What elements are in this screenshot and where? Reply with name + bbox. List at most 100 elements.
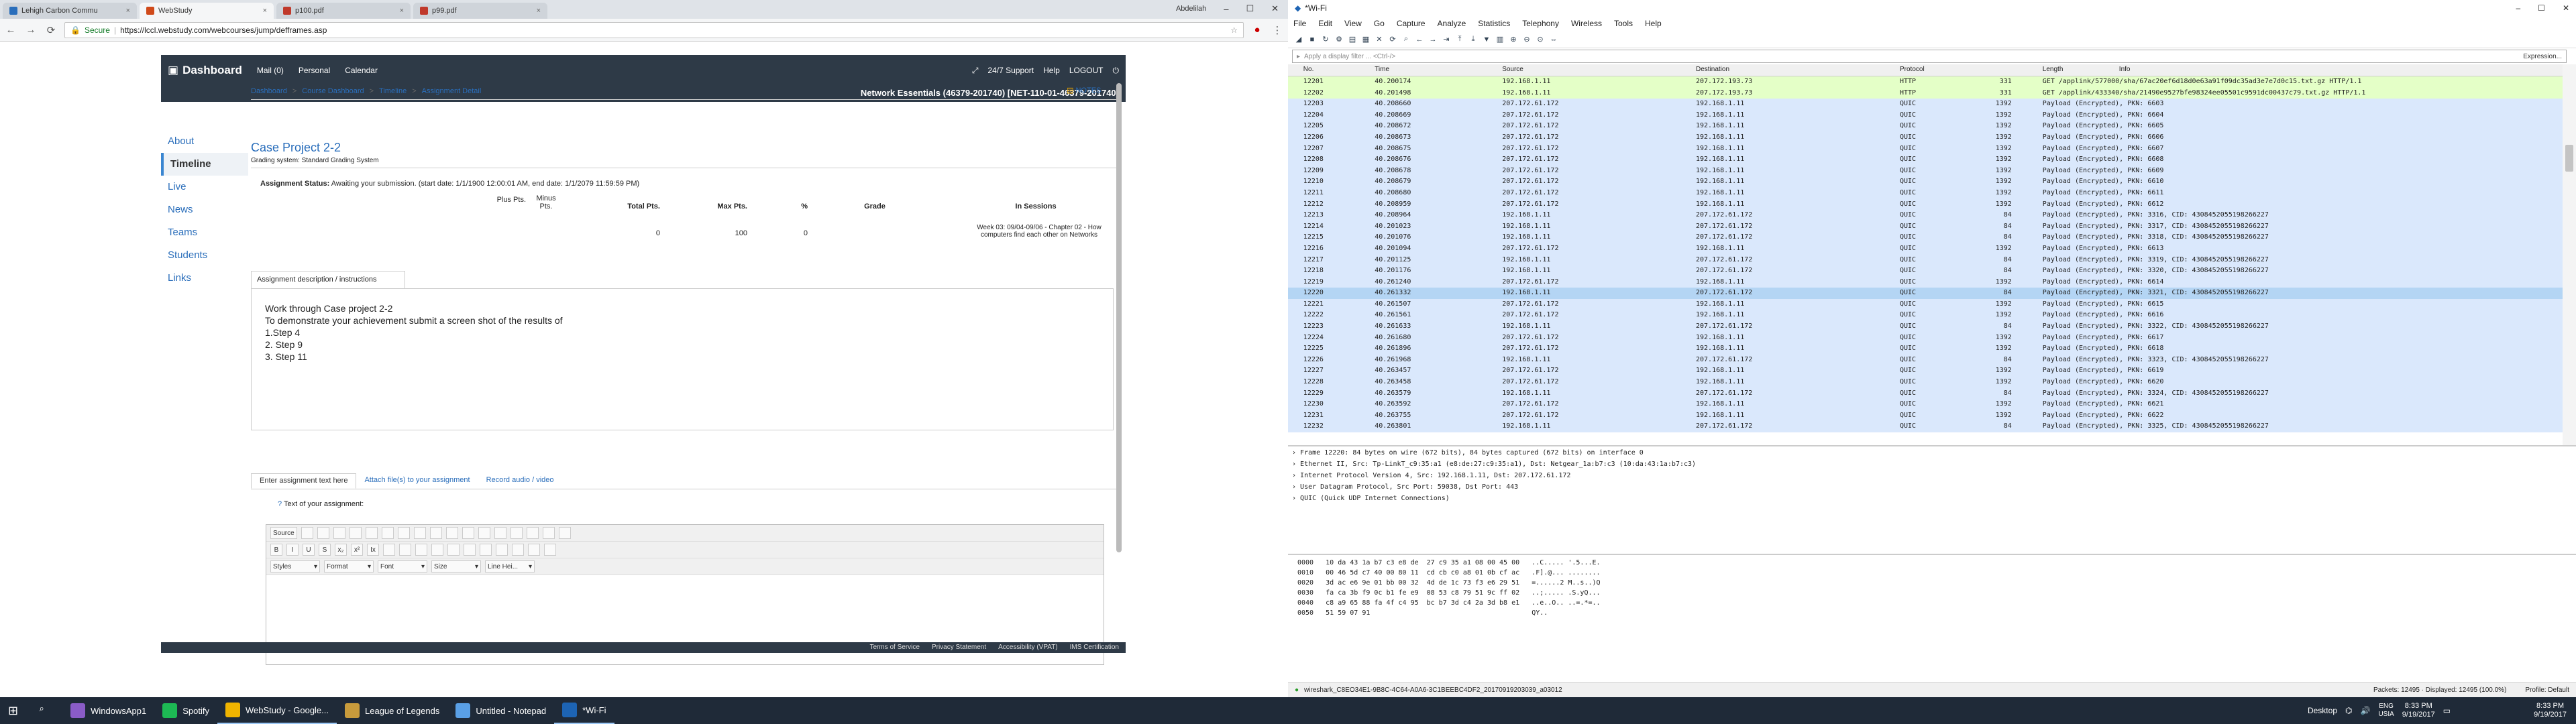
editor-tool-button[interactable] [301,527,313,539]
taskbar-item[interactable]: *Wi-Fi [554,697,614,724]
tab-record-audio[interactable]: Record audio / video [478,473,562,489]
nav-calendar[interactable]: Calendar [345,66,378,75]
extension-icon[interactable]: ● [1250,24,1264,36]
menu-view[interactable]: View [1344,19,1362,28]
browser-tab[interactable]: Lehigh Carbon Commu × [3,3,137,19]
stop-capture-icon[interactable]: ■ [1307,34,1318,45]
menu-wireless[interactable]: Wireless [1571,19,1602,28]
back-icon[interactable]: ← [1414,34,1425,45]
tab-enter-text[interactable]: Enter assignment text here [251,473,357,489]
desktop-label[interactable]: Desktop [2308,706,2337,715]
packet-row[interactable]: 12226 40.261968 192.168.1.11 207.172.61.172… [1288,354,2563,366]
format-button[interactable] [512,544,524,556]
packet-row[interactable]: 12220 40.261332 192.168.1.11 207.172.61.172… [1288,288,2563,299]
open-icon[interactable]: ▤ [1347,34,1358,45]
detail-line[interactable]: › Frame 12220: 84 bytes on wire (672 bit… [1292,449,2572,461]
packet-row[interactable]: 12227 40.263457 207.172.61.172 192.168.1.11… [1288,365,2563,377]
column-header[interactable]: Protocol [1900,66,1925,73]
detail-line[interactable]: › Ethernet II, Src: Tp-LinkT_c9:35:a1 (e… [1292,461,2572,472]
editor-tool-button[interactable] [333,527,345,539]
source-button[interactable]: Source [270,527,297,539]
crumb-dashboard[interactable]: Dashboard [251,87,287,95]
detail-line[interactable]: › User Datagram Protocol, Src Port: 5903… [1292,483,2572,495]
footer-accessibility[interactable]: Accessibility (VPAT) [998,644,1058,652]
menu-file[interactable]: File [1293,19,1306,28]
menu-statistics[interactable]: Statistics [1478,19,1510,28]
nav-mail[interactable]: Mail (0) [257,66,284,75]
taskbar-item[interactable]: WindowsApp1 [62,697,154,724]
volume-icon[interactable]: 🔊 [2360,706,2370,715]
menu-help[interactable]: Help [1645,19,1662,28]
packet-row[interactable]: 12201 40.200174 192.168.1.11 207.172.193.73… [1288,76,2563,88]
editor-tool-button[interactable] [397,527,410,539]
zoom-reset-icon[interactable]: ⊙ [1535,34,1546,45]
menu-edit[interactable]: Edit [1318,19,1332,28]
nav-personal[interactable]: Personal [299,66,330,75]
bookmark-icon[interactable]: ▸ [1297,53,1300,60]
format-button[interactable]: S [319,544,331,556]
goto-icon[interactable]: ⇥ [1441,34,1452,45]
editor-tool-button[interactable] [526,527,539,539]
clock[interactable]: 8:33 PM 9/19/2017 [2402,702,2435,719]
autoscroll-icon[interactable]: ▼ [1481,34,1492,45]
minimize-icon[interactable]: – [2516,3,2520,13]
expand-arrow-icon[interactable]: › [1292,483,1300,491]
tab-close-icon[interactable]: × [263,7,267,15]
editor-tool-button[interactable] [445,527,458,539]
column-header[interactable]: Time [1375,66,1389,73]
packet-row[interactable]: 12231 40.263755 207.172.61.172 192.168.1.11… [1288,410,2563,422]
profile-name[interactable]: Abdelilah [1176,5,1206,13]
close-icon[interactable]: ✕ [1271,3,1279,14]
restart-capture-icon[interactable]: ↻ [1320,34,1331,45]
start-button[interactable]: ⊞ [0,697,26,724]
taskbar-item[interactable]: ⌕ [26,697,62,724]
packet-row[interactable]: 12204 40.208669 207.172.61.172 192.168.1.11… [1288,109,2563,121]
expand-arrow-icon[interactable]: › [1292,472,1300,479]
editor-tool-button[interactable] [349,527,362,539]
editor-tool-button[interactable] [429,527,442,539]
packet-row[interactable]: 12212 40.208959 207.172.61.172 192.168.1.11… [1288,198,2563,210]
leftnav-item-live[interactable]: Live [161,176,248,198]
packet-row[interactable]: 12215 40.201076 192.168.1.11 207.172.61.172… [1288,232,2563,243]
clock-right[interactable]: 8:33 PM 9/19/2017 [2534,702,2567,719]
editor-tool-button[interactable] [558,527,571,539]
expression-button[interactable]: Expression... [2523,53,2562,60]
notifications-icon[interactable]: ▭ [2443,706,2451,715]
column-header[interactable]: Info [2119,66,2131,73]
expand-arrow-icon[interactable]: › [1292,495,1300,502]
reload-icon[interactable]: ⟳ [1387,34,1398,45]
packet-row[interactable]: 12229 40.263579 192.168.1.11 207.172.61.172… [1288,387,2563,400]
forward-icon[interactable]: → [24,24,38,36]
leftnav-item-about[interactable]: About [161,130,248,153]
taskbar-item[interactable]: WebStudy - Google... [217,697,337,724]
crumb-assignment-detail[interactable]: Assignment Detail [422,87,482,95]
packet-row[interactable]: 12230 40.263592 207.172.61.172 192.168.1.11… [1288,399,2563,410]
packet-row[interactable]: 12225 40.261896 207.172.61.172 192.168.1.11… [1288,343,2563,355]
close-icon[interactable]: ✕ [2563,3,2569,13]
last-icon[interactable]: ⤓ [1468,34,1479,45]
packet-row[interactable]: 12224 40.261680 207.172.61.172 192.168.1.11… [1288,332,2563,344]
packet-row[interactable]: 12209 40.208678 207.172.61.172 192.168.1.11… [1288,165,2563,177]
page-scrollbar[interactable] [1116,83,1122,552]
editor-tool-button[interactable] [365,527,378,539]
maximize-icon[interactable]: ☐ [1246,3,1254,14]
network-icon[interactable]: ⌬ [2345,706,2352,715]
column-header[interactable]: Destination [1696,66,1729,73]
editor-dropdown[interactable]: Styles ▾ [270,560,320,572]
column-header[interactable]: Source [1502,66,1523,73]
minimize-icon[interactable]: – [1224,4,1228,14]
first-icon[interactable]: ⤒ [1454,34,1465,45]
editor-tool-button[interactable] [462,527,474,539]
options-icon[interactable]: ⚙ [1334,34,1344,45]
crumb-timeline[interactable]: Timeline [379,87,407,95]
packet-row[interactable]: 12210 40.208679 207.172.61.172 192.168.1.11… [1288,176,2563,188]
menu-icon[interactable]: ⋮ [1271,24,1284,36]
editor-tool-button[interactable] [381,527,394,539]
tab-description[interactable]: Assignment description / instructions [251,271,405,288]
save-icon[interactable]: ▦ [1360,34,1371,45]
packet-row[interactable]: 12228 40.263458 207.172.61.172 192.168.1.11… [1288,377,2563,388]
format-button[interactable] [464,544,476,556]
packet-row[interactable]: 12203 40.208660 207.172.61.172 192.168.1.11… [1288,99,2563,110]
star-icon[interactable]: ☆ [1230,25,1238,35]
editor-tool-button[interactable] [510,527,523,539]
